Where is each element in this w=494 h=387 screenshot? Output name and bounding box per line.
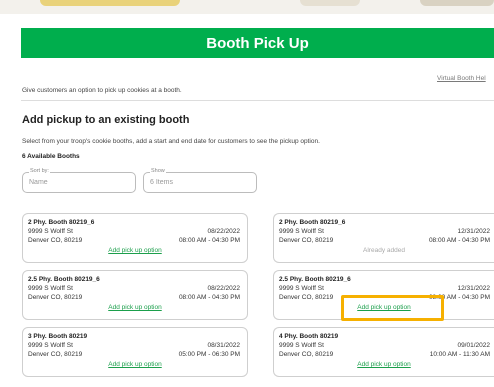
add-pickup-option-link[interactable]: Add pick up option	[274, 361, 494, 368]
booth-time: 08:00 AM - 04:30 PM	[178, 237, 240, 244]
add-pickup-option-link[interactable]: Add pick up option	[23, 361, 247, 368]
sort-by-select[interactable]: Sort by: Name	[22, 168, 136, 193]
booth-address: 9999 S Wolff St	[279, 285, 324, 292]
booth-address: 9999 S Wolff St	[28, 342, 73, 349]
sort-by-value: Name	[29, 179, 48, 186]
booth-name: 4 Phy. Booth 80219	[279, 333, 339, 340]
highlight-box	[341, 295, 444, 321]
booth-name: 2.5 Phy. Booth 80219_6	[279, 276, 351, 283]
booth-time: 05:00 PM - 06:30 PM	[178, 351, 240, 358]
booth-card: 4 Phy. Booth 80219 9999 S Wolff St Denve…	[273, 327, 494, 377]
booth-date: 08/22/2022	[207, 228, 240, 235]
sort-by-label: Sort by:	[29, 168, 50, 174]
page-header: Booth Pick Up	[21, 28, 494, 58]
intro-text: Give customers an option to pick up cook…	[22, 87, 182, 94]
booth-time: 08:00 AM - 04:30 PM	[178, 294, 240, 301]
booth-city: Denver CO, 80219	[279, 294, 334, 301]
booth-card: 2 Phy. Booth 80219_6 9999 S Wolff St Den…	[273, 213, 494, 263]
booth-time: 08:00 AM - 04:30 PM	[428, 237, 490, 244]
available-booths-count: 6 Available Booths	[22, 153, 80, 160]
booth-city: Denver CO, 80219	[279, 237, 334, 244]
show-select[interactable]: Show 6 Items	[143, 168, 257, 193]
booth-card: 3 Phy. Booth 80219 9999 S Wolff St Denve…	[22, 327, 248, 377]
add-pickup-option-link[interactable]: Add pick up option	[23, 304, 247, 311]
banner-decoration	[40, 0, 180, 6]
booth-date: 08/31/2022	[207, 342, 240, 349]
show-value: 6 Items	[150, 179, 173, 186]
page-title: Booth Pick Up	[206, 34, 309, 52]
booth-address: 9999 S Wolff St	[279, 228, 324, 235]
banner-decoration	[420, 0, 494, 6]
booth-name: 2 Phy. Booth 80219_6	[28, 219, 95, 226]
booth-date: 09/01/2022	[457, 342, 490, 349]
booth-card: 2 Phy. Booth 80219_6 9999 S Wolff St Den…	[22, 213, 248, 263]
booth-date: 08/22/2022	[207, 285, 240, 292]
show-label: Show	[150, 168, 166, 174]
booth-address: 9999 S Wolff St	[28, 228, 73, 235]
booth-name: 3 Phy. Booth 80219	[28, 333, 88, 340]
booth-date: 12/31/2022	[457, 228, 490, 235]
booth-city: Denver CO, 80219	[28, 294, 83, 301]
booth-address: 9999 S Wolff St	[28, 285, 73, 292]
divider	[21, 100, 494, 101]
booth-name: 2.5 Phy. Booth 80219_6	[28, 276, 100, 283]
section-description: Select from your troop's cookie booths, …	[22, 138, 320, 145]
already-added-label: Already added	[363, 247, 405, 254]
booth-date: 12/31/2022	[457, 285, 490, 292]
booth-city: Denver CO, 80219	[279, 351, 334, 358]
booth-city: Denver CO, 80219	[28, 237, 83, 244]
virtual-booth-help-link[interactable]: Virtual Booth Hel	[437, 75, 486, 82]
section-title: Add pickup to an existing booth	[22, 114, 190, 126]
banner-decoration	[300, 0, 360, 6]
booth-city: Denver CO, 80219	[28, 351, 83, 358]
top-banner-strip	[0, 0, 494, 14]
add-pickup-option-link[interactable]: Add pick up option	[23, 247, 247, 254]
booth-name: 2 Phy. Booth 80219_6	[279, 219, 346, 226]
booth-time: 10:00 AM - 11:30 AM	[429, 351, 490, 358]
booth-address: 9999 S Wolff St	[279, 342, 324, 349]
booth-card: 2.5 Phy. Booth 80219_6 9999 S Wolff St D…	[22, 270, 248, 320]
